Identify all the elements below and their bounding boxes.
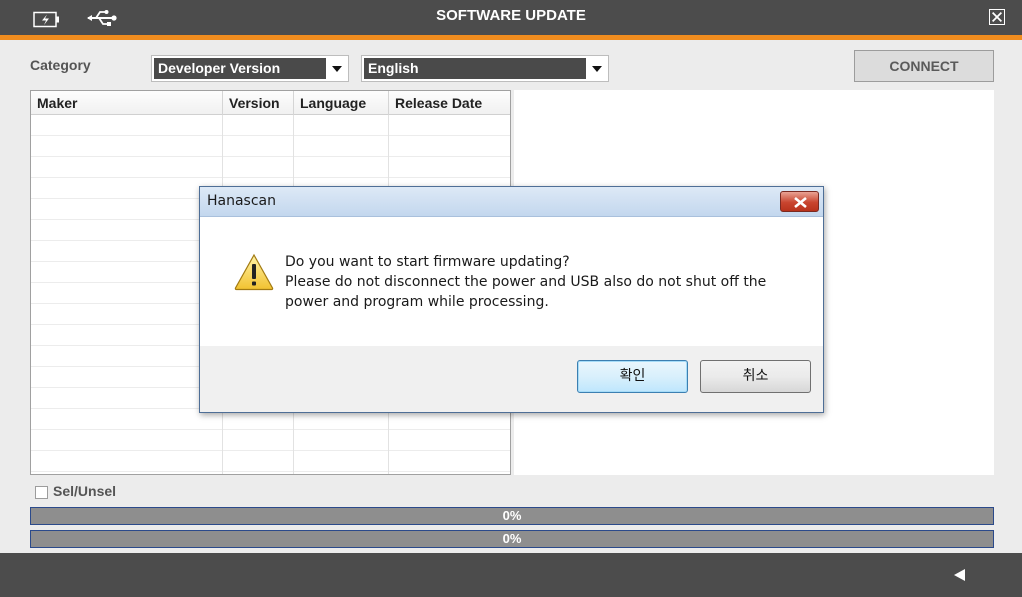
table-row[interactable] bbox=[31, 115, 510, 136]
close-icon bbox=[794, 196, 807, 209]
list-header: Maker Version Language Release Date bbox=[31, 91, 510, 115]
column-header-release-date[interactable]: Release Date bbox=[389, 91, 510, 115]
dialog-message-line: Please do not disconnect the power and U… bbox=[285, 274, 767, 290]
column-header-maker[interactable]: Maker bbox=[31, 91, 223, 115]
table-row[interactable] bbox=[31, 451, 510, 472]
select-all-checkbox[interactable] bbox=[35, 486, 48, 499]
category-label: Category bbox=[30, 57, 91, 73]
ok-button[interactable]: 확인 bbox=[577, 360, 688, 393]
progress-bar-1: 0% bbox=[30, 507, 994, 525]
dialog-title-bar: Hanascan bbox=[200, 187, 823, 217]
select-all-label: Sel/Unsel bbox=[53, 483, 117, 499]
close-icon[interactable] bbox=[989, 9, 1005, 25]
footer-bar bbox=[0, 553, 1022, 597]
connect-button[interactable]: CONNECT bbox=[854, 50, 994, 82]
column-header-version[interactable]: Version bbox=[223, 91, 294, 115]
dialog-message-line: Do you want to start firmware updating? bbox=[285, 254, 570, 270]
category-value: Developer Version bbox=[154, 58, 326, 79]
progress-label: 0% bbox=[502, 508, 522, 523]
back-arrow-icon[interactable] bbox=[953, 568, 967, 582]
table-row[interactable] bbox=[31, 136, 510, 157]
progress-label: 0% bbox=[502, 531, 522, 546]
chevron-down-icon bbox=[592, 66, 602, 72]
dialog-title: Hanascan bbox=[207, 193, 277, 209]
cancel-button[interactable]: 취소 bbox=[700, 360, 811, 393]
column-header-language[interactable]: Language bbox=[294, 91, 389, 115]
dialog-message-line: power and program while processing. bbox=[285, 294, 549, 310]
chevron-down-icon bbox=[332, 66, 342, 72]
table-row[interactable] bbox=[31, 157, 510, 178]
category-select[interactable]: Developer Version bbox=[151, 55, 349, 82]
language-select[interactable]: English bbox=[361, 55, 609, 82]
dialog-close-button[interactable] bbox=[780, 191, 819, 212]
title-bar: SOFTWARE UPDATE bbox=[0, 0, 1022, 35]
dialog-button-bar: 확인 취소 bbox=[200, 346, 823, 412]
confirm-dialog: Hanascan Do you want to start firmware u… bbox=[199, 186, 824, 413]
table-row[interactable] bbox=[31, 430, 510, 451]
title-accent-bar bbox=[0, 35, 1022, 40]
window-title: SOFTWARE UPDATE bbox=[436, 7, 586, 24]
warning-icon bbox=[234, 253, 274, 291]
language-value: English bbox=[364, 58, 586, 79]
progress-bar-2: 0% bbox=[30, 530, 994, 548]
dialog-message: Do you want to start firmware updating? … bbox=[285, 252, 766, 312]
dialog-body: Do you want to start firmware updating? … bbox=[200, 218, 823, 346]
